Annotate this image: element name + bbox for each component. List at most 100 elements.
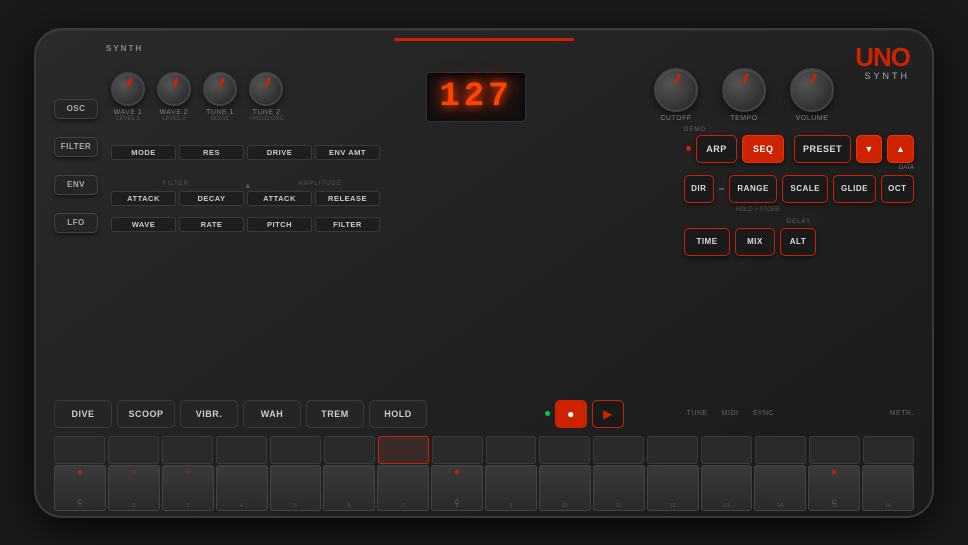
pad-top-13[interactable]	[701, 436, 752, 464]
key-4[interactable]: 4	[216, 465, 268, 511]
env-button[interactable]: ENV	[54, 175, 98, 195]
env-label: ENV	[54, 166, 98, 204]
arp-seq-row: DEMO ARP SEQ PRESET ▼ ▲	[684, 135, 914, 163]
pads-top-row	[54, 436, 914, 464]
tune2-knob[interactable]	[249, 72, 283, 106]
wah-button[interactable]: WAH	[243, 400, 301, 428]
fx-row: DIVE SCOOP VIBR. WAH TREM HOLD ● ▶ TUNE …	[54, 400, 914, 428]
key-3[interactable]: 3	[162, 465, 214, 511]
play-button[interactable]: ▶	[592, 400, 624, 428]
filter-cells: MODE RES DRIVE ENV AMT	[111, 145, 380, 160]
pad-top-4[interactable]	[216, 436, 267, 464]
alt-button[interactable]: ALT	[780, 228, 816, 256]
filter-button[interactable]: FILTER	[54, 137, 98, 157]
display-value: 127	[439, 78, 512, 116]
key-1[interactable]: C 1	[54, 465, 106, 511]
key-14[interactable]: 14	[754, 465, 806, 511]
seq-button[interactable]: SEQ	[742, 135, 784, 163]
delay-label: DELAY	[684, 219, 914, 225]
cutoff-label: CUTOFF	[660, 115, 691, 122]
pad-top-8[interactable]	[432, 436, 483, 464]
volume-knob[interactable]	[790, 68, 834, 112]
tune2-knob-group: TUNE 2 <HOLD:OSC	[249, 72, 284, 122]
key-10[interactable]: 10	[539, 465, 591, 511]
range-button[interactable]: RANGE	[729, 175, 777, 203]
cutoff-knob[interactable]	[654, 68, 698, 112]
tune1-knob[interactable]	[203, 72, 237, 106]
scoop-button[interactable]: SCOOP	[117, 400, 175, 428]
lfo-pitch-cell: PITCH	[247, 217, 312, 232]
pad-top-1[interactable]	[54, 436, 105, 464]
res-cell: RES	[179, 145, 244, 160]
trem-button[interactable]: TREM	[306, 400, 364, 428]
key-11[interactable]: 11	[593, 465, 645, 511]
drive-cell: DRIVE	[247, 145, 312, 160]
lfo-label: LFO	[54, 204, 98, 242]
scale-button[interactable]: SCALE	[782, 175, 828, 203]
rec-button[interactable]: ●	[555, 400, 587, 428]
filter-param-row: MODE RES DRIVE ENV AMT	[111, 138, 677, 168]
metr-label: METR.	[890, 410, 914, 417]
amplitude-group-label: AMPLITUDE	[255, 172, 385, 190]
wave1-knob-group: WAVE 1 LEVEL 1	[111, 72, 145, 122]
tune-label: TUNE	[687, 410, 708, 417]
tune2-sublabel: <HOLD:OSC	[249, 116, 284, 122]
key-1-led	[78, 470, 82, 474]
key-5[interactable]: 5	[270, 465, 322, 511]
key-15[interactable]: C 15	[808, 465, 860, 511]
tempo-knob[interactable]	[722, 68, 766, 112]
vibr-button[interactable]: VIBR.	[180, 400, 238, 428]
pad-top-9[interactable]	[486, 436, 537, 464]
glide-button[interactable]: GLIDE	[833, 175, 875, 203]
pad-top-2[interactable]	[108, 436, 159, 464]
tune1-sublabel: NOISE	[211, 116, 230, 122]
pad-top-5[interactable]	[270, 436, 321, 464]
hold-button[interactable]: HOLD	[369, 400, 427, 428]
key-7[interactable]: 7	[377, 465, 429, 511]
wave2-knob[interactable]	[157, 72, 191, 106]
display: 127	[426, 72, 526, 122]
data-down-button[interactable]: ▼	[856, 135, 883, 163]
env-attack2-cell: ATTACK	[247, 191, 312, 206]
mix-button[interactable]: MIX	[735, 228, 775, 256]
pad-top-12[interactable]	[647, 436, 698, 464]
pad-top-6[interactable]	[324, 436, 375, 464]
logo-uno-text: UNO	[855, 42, 910, 72]
key-13[interactable]: 13	[701, 465, 753, 511]
filter-group-label: FILTER	[111, 172, 241, 190]
pad-top-11[interactable]	[593, 436, 644, 464]
data-up-button[interactable]: ▲	[887, 135, 914, 163]
wave1-knob[interactable]	[111, 72, 145, 106]
pad-top-10[interactable]	[539, 436, 590, 464]
pad-top-7[interactable]	[378, 436, 429, 464]
preset-button[interactable]: PRESET	[794, 135, 851, 163]
key-16[interactable]: 16	[862, 465, 914, 511]
key-2[interactable]: 2	[108, 465, 160, 511]
key-15-led	[832, 470, 836, 474]
bottom-labels: TUNE MIDI SYNC	[687, 410, 774, 417]
lfo-button[interactable]: LFO	[54, 213, 98, 233]
pad-top-16[interactable]	[863, 436, 914, 464]
lfo-wave-cell: WAVE	[111, 217, 176, 232]
key-6[interactable]: 6	[323, 465, 375, 511]
key-8[interactable]: C 8	[431, 465, 483, 511]
pad-top-14[interactable]	[755, 436, 806, 464]
pad-top-3[interactable]	[162, 436, 213, 464]
pad-top-15[interactable]	[809, 436, 860, 464]
osc-label: OSC	[54, 90, 98, 128]
top-accent	[394, 38, 573, 41]
tempo-knob-group: TEMPO	[722, 68, 766, 122]
dive-button[interactable]: DIVE	[54, 400, 112, 428]
dir-separator	[719, 188, 725, 190]
key-12[interactable]: 12	[647, 465, 699, 511]
time-button[interactable]: TIME	[684, 228, 730, 256]
dir-button[interactable]: DIR	[684, 175, 714, 203]
arp-button[interactable]: ARP	[696, 135, 738, 163]
synth-title: SYNTH	[106, 44, 143, 53]
osc-button[interactable]: OSC	[54, 99, 98, 119]
oct-button[interactable]: OCT	[881, 175, 914, 203]
key-9[interactable]: 9	[485, 465, 537, 511]
env-group-labels: FILTER ▲ AMPLITUDE	[111, 172, 677, 190]
volume-knob-group: VOLUME	[790, 68, 834, 122]
demo-label: DEMO	[684, 127, 706, 133]
